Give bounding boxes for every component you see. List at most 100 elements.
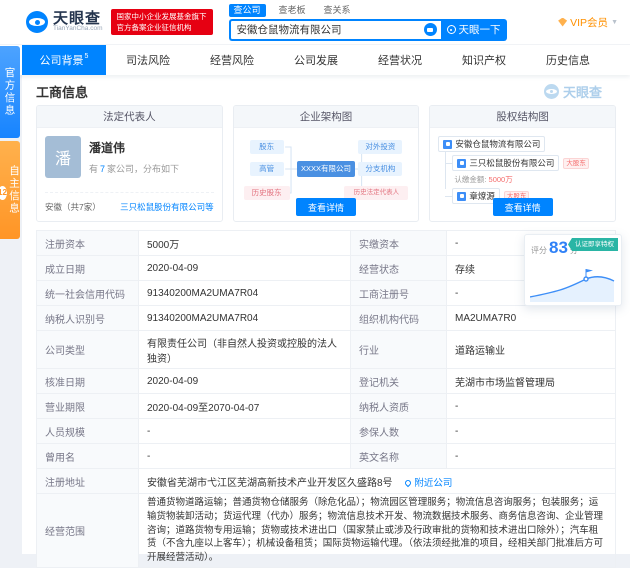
amount-value: 5000万 bbox=[489, 175, 513, 184]
equity-chart-detail-button[interactable]: 查看详情 bbox=[493, 198, 553, 216]
org-chart-detail-button[interactable]: 查看详情 bbox=[296, 198, 356, 216]
unified-social-credit-code-label: 统一社会信用代码 bbox=[37, 281, 139, 306]
search-tab-boss[interactable]: 查老板 bbox=[274, 4, 311, 17]
paid-in-capital-label: 实缴资本 bbox=[351, 231, 447, 256]
slogan-line-1: 国家中小企业发展基金旗下 bbox=[117, 11, 207, 22]
org-node-history-shareholders[interactable]: 历史股东 bbox=[244, 186, 290, 200]
nav-tab-label: 历史信息 bbox=[546, 52, 590, 68]
major-shareholder-badge: 大股东 bbox=[563, 158, 589, 169]
nav-tab-operation-risk[interactable]: 经营风险 bbox=[190, 45, 274, 75]
tianyancha-logo[interactable]: 天眼查 TianYanCha.com bbox=[26, 11, 103, 34]
camera-icon[interactable] bbox=[424, 23, 437, 36]
nearby-companies-link[interactable]: 附近公司 bbox=[405, 478, 452, 489]
search-area: 查公司 查老板 查关系 天眼一下 bbox=[229, 4, 507, 41]
company-node-icon bbox=[443, 140, 452, 149]
business-scope-label: 经营范围 bbox=[37, 494, 139, 568]
nav-tab-label: 公司发展 bbox=[294, 52, 338, 68]
main-panel: 工商信息 天眼查 法定代表人 潘 潘道伟 有7家公司，分布如下 bbox=[22, 75, 630, 554]
top-header: 天眼查 TianYanCha.com 国家中小企业发展基金旗下 官方备案企业征信… bbox=[0, 0, 630, 44]
industry-value: 道路运输业 bbox=[447, 331, 616, 369]
taxpayer-qualification-label: 纳税人资质 bbox=[351, 394, 447, 419]
nav-tab-company-background[interactable]: 公司背景5 bbox=[22, 45, 106, 75]
approval-date-value: 2020-04-09 bbox=[139, 369, 351, 394]
search-tab-company[interactable]: 查公司 bbox=[229, 4, 266, 17]
tianyancha-watermark-icon bbox=[544, 84, 559, 99]
equity-root-company-name: 安徽仓鼠物流有限公司 bbox=[455, 138, 540, 150]
org-center-company-node[interactable]: XXXX有限公司 bbox=[297, 161, 355, 177]
vip-gem-icon bbox=[558, 18, 567, 27]
establishment-date-label: 成立日期 bbox=[37, 256, 139, 281]
nav-tab-label: 经营状况 bbox=[378, 52, 422, 68]
chevron-down-icon: ▼ bbox=[611, 19, 618, 26]
amount-label: 认缴金额: bbox=[454, 175, 486, 184]
org-chart-card-title: 企业架构图 bbox=[234, 106, 419, 128]
nav-tab-company-development[interactable]: 公司发展 bbox=[274, 45, 358, 75]
registration-authority-value: 芜湖市市场监督管理局 bbox=[447, 369, 616, 394]
region-distribution[interactable]: 安徽（共7家） bbox=[45, 201, 101, 213]
slogan-line-2: 官方备案企业征信机构 bbox=[117, 22, 207, 33]
nav-tab-count: 5 bbox=[85, 53, 89, 60]
org-node-shareholders[interactable]: 股东 bbox=[250, 140, 284, 154]
certification-ribbon[interactable]: 认证即享特权 bbox=[568, 238, 618, 251]
staff-size-label: 人员规模 bbox=[37, 419, 139, 444]
nav-tab-label: 公司背景 bbox=[40, 52, 84, 68]
equity-tree-preview[interactable]: 安徽仓鼠物流有限公司 三只松鼠股份有限公司 大股东 认缴金额: 5000万 bbox=[438, 136, 607, 204]
nav-tab-intellectual-property[interactable]: 知识产权 bbox=[442, 45, 526, 75]
org-node-branches[interactable]: 分支机构 bbox=[358, 162, 402, 176]
search-button-label: 天眼一下 bbox=[459, 22, 501, 37]
equity-controller-name: 章燎源 bbox=[469, 190, 495, 202]
nav-tab-label: 知识产权 bbox=[462, 52, 506, 68]
company-count-link[interactable]: 7 bbox=[100, 164, 105, 174]
search-input[interactable] bbox=[237, 24, 421, 36]
former-name-value: - bbox=[139, 444, 351, 469]
search-button[interactable]: 天眼一下 bbox=[441, 19, 507, 41]
location-pin-icon bbox=[404, 478, 412, 486]
nav-tab-label: 经营风险 bbox=[210, 52, 254, 68]
person-node-icon bbox=[457, 192, 466, 201]
search-tab-relation[interactable]: 查关系 bbox=[319, 4, 356, 17]
row-staff-size: 人员规模 - 参保人数 - bbox=[37, 419, 616, 444]
self-info-label: 自主信息 bbox=[7, 165, 22, 215]
watermark-text: 天眼查 bbox=[563, 82, 602, 101]
related-company-link[interactable]: 三只松鼠股份有限公司等 bbox=[120, 201, 214, 213]
business-term-value: 2020-04-09至2070-04-07 bbox=[139, 394, 351, 419]
org-node-executives[interactable]: 高管 bbox=[250, 162, 284, 176]
registered-capital-label: 注册资本 bbox=[37, 231, 139, 256]
subscribed-capital-note: 认缴金额: 5000万 bbox=[454, 174, 607, 185]
industry-label: 行业 bbox=[351, 331, 447, 369]
equity-shareholder-node[interactable]: 三只松鼠股份有限公司 大股东 bbox=[452, 155, 607, 171]
side-tab-self-info[interactable]: 自主信息 12 bbox=[0, 141, 20, 239]
score-label: 评分 bbox=[531, 245, 547, 256]
row-business-term: 营业期限 2020-04-09至2070-04-07 纳税人资质 - bbox=[37, 394, 616, 419]
equity-root-node[interactable]: 安徽仓鼠物流有限公司 bbox=[438, 136, 607, 152]
nav-tab-history-info[interactable]: 历史信息 bbox=[526, 45, 610, 75]
vip-link[interactable]: VIP会员 ▼ bbox=[558, 15, 618, 30]
nav-tab-label: 司法风险 bbox=[126, 52, 170, 68]
tianyancha-watermark: 天眼查 bbox=[544, 82, 602, 101]
organization-code-label: 组织机构代码 bbox=[351, 306, 447, 331]
equity-card-title: 股权结构图 bbox=[430, 106, 615, 128]
search-button-eye-icon bbox=[447, 25, 456, 34]
row-approval-date: 核准日期 2020-04-09 登记机关 芜湖市市场监督管理局 bbox=[37, 369, 616, 394]
company-score-widget[interactable]: 认证即享特权 评分 83 分 bbox=[524, 234, 622, 306]
org-node-outbound-investment[interactable]: 对外投资 bbox=[358, 140, 402, 154]
approval-date-label: 核准日期 bbox=[37, 369, 139, 394]
registered-address-cell: 安徽省芜湖市弋江区芜湖高新技术产业开发区久盛路8号 附近公司 bbox=[139, 469, 616, 494]
organization-code-value: MA2UMA7R0 bbox=[447, 306, 616, 331]
legal-rep-avatar[interactable]: 潘 bbox=[45, 136, 81, 178]
row-taxpayer-id: 纳税人识别号 91340200MA2UMA7R04 组织机构代码 MA2UMA7… bbox=[37, 306, 616, 331]
company-node-icon bbox=[457, 159, 466, 168]
registered-address-value: 安徽省芜湖市弋江区芜湖高新技术产业开发区久盛路8号 bbox=[147, 478, 393, 489]
org-chart-preview[interactable]: 股东 高管 历史股东 对外投资 分支机构 历史法定代表人 XXXX有限公司 bbox=[242, 136, 411, 202]
side-tab-official-info[interactable]: 官方信息 bbox=[0, 46, 20, 138]
legal-rep-name-link[interactable]: 潘道伟 bbox=[89, 139, 179, 156]
section-title: 工商信息 bbox=[36, 82, 88, 101]
registration-number-label: 工商注册号 bbox=[351, 281, 447, 306]
official-info-label: 官方信息 bbox=[3, 67, 18, 117]
registered-capital-value: 5000万 bbox=[139, 231, 351, 256]
nav-tab-operation-status[interactable]: 经营状况 bbox=[358, 45, 442, 75]
nav-tab-judicial-risk[interactable]: 司法风险 bbox=[106, 45, 190, 75]
org-chart-card: 企业架构图 股东 高管 历史股东 对外投资 分支机构 bbox=[233, 105, 420, 222]
registration-authority-label: 登记机关 bbox=[351, 369, 447, 394]
row-former-name: 曾用名 - 英文名称 - bbox=[37, 444, 616, 469]
